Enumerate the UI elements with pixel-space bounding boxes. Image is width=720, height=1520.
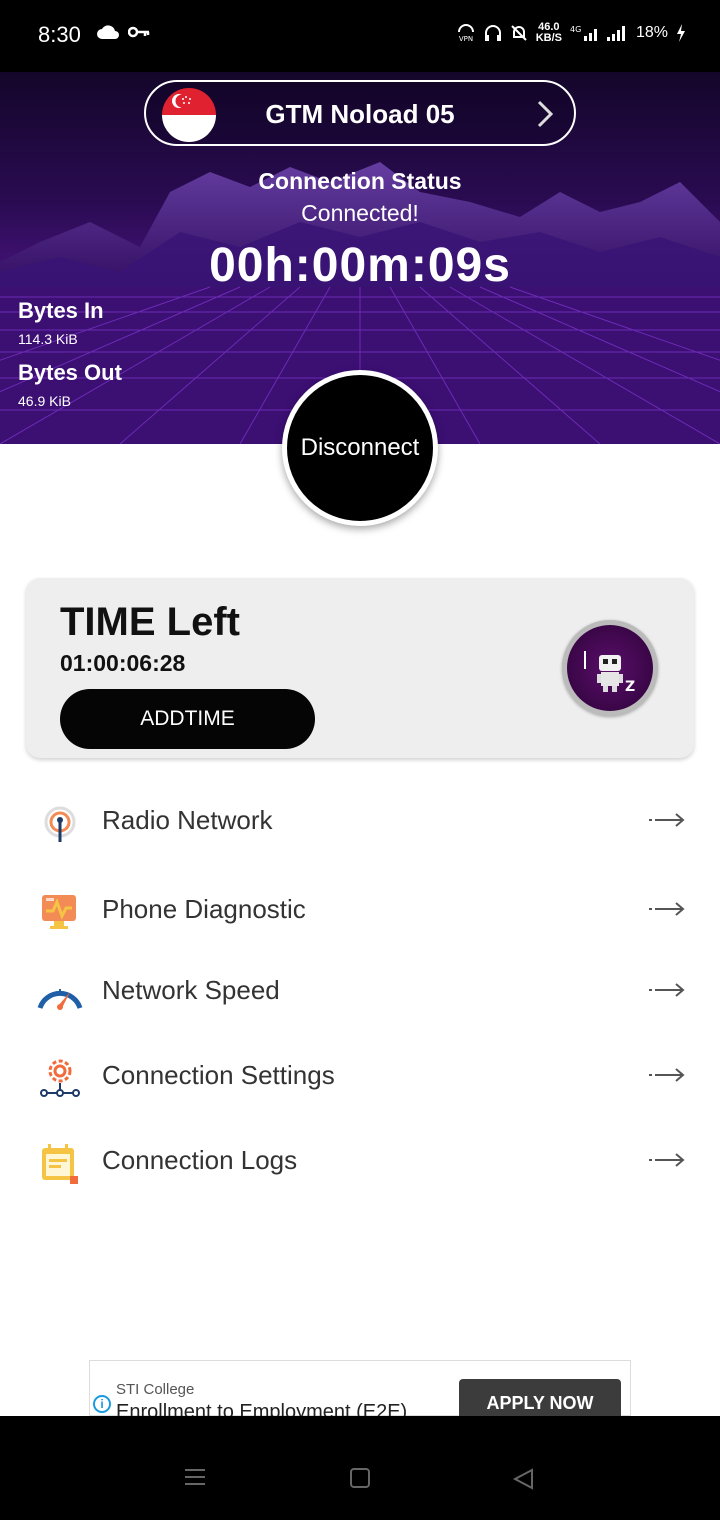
menu-label: Connection Logs [102, 1145, 298, 1175]
menu-item-connection-settings[interactable]: Connection Settings [0, 1047, 720, 1107]
net-speed-unit: KB/S [535, 32, 562, 44]
home-icon[interactable] [350, 1468, 370, 1488]
ad-brand: STI College [116, 1381, 195, 1398]
log-calendar-icon [42, 1144, 78, 1184]
menu-item-phone-diagnostic[interactable]: Phone Diagnostic [0, 881, 720, 941]
bell-muted-icon [510, 25, 527, 41]
arrow-right-icon [649, 1068, 685, 1082]
menu-item-connection-logs[interactable]: Connection Logs [0, 1132, 720, 1192]
key-icon [128, 26, 150, 38]
arrow-right-icon [649, 813, 685, 827]
chevron-right-icon [537, 100, 554, 128]
ad-banner[interactable]: i ✕ STI College Enrollment to Employment… [89, 1360, 631, 1441]
menu-label: Radio Network [102, 805, 273, 835]
charging-icon [677, 24, 685, 42]
battery-percent: 18% [635, 24, 668, 41]
time-left-title: TIME Left [60, 600, 240, 644]
time-left-card: TIME Left 01:00:06:28 ADDTIME Z [26, 578, 694, 758]
robot-icon: Z [567, 625, 653, 711]
arrow-right-icon [649, 983, 685, 997]
status-left-icons [96, 24, 150, 40]
menu-item-network-speed[interactable]: Network Speed [0, 962, 720, 1022]
bytes-out-value: 46.9 KiB [18, 393, 71, 409]
bytes-out-label: Bytes Out [18, 360, 122, 385]
clock: 8:30 [38, 22, 81, 47]
ad-info-icon[interactable]: i [93, 1395, 111, 1413]
time-left-value: 01:00:06:28 [60, 650, 186, 676]
navigation-bar [0, 1416, 720, 1520]
connection-status-value: Connected! [301, 200, 419, 226]
signal-4g-icon: 4G [570, 25, 597, 41]
net-speed: 46.0 KB/S [536, 22, 562, 44]
arrow-right-icon [649, 902, 685, 916]
status-bar: 8:30 VPN 46.0 KB/S 4G 18% [0, 0, 720, 72]
robot-avatar[interactable]: Z [562, 620, 658, 716]
settings-gear-icon [40, 1059, 80, 1097]
cloud-icon [97, 25, 119, 39]
disconnect-button[interactable]: Disconnect [282, 370, 438, 526]
menu-label: Connection Settings [102, 1060, 335, 1090]
menu-label: Network Speed [102, 975, 280, 1005]
headphones-icon [484, 25, 501, 41]
diagnostic-monitor-icon [42, 895, 76, 929]
server-selector[interactable]: GTM Noload 05 [144, 80, 576, 146]
signal-icon [606, 26, 625, 41]
svg-text:Z: Z [625, 679, 635, 695]
svg-text:4G: 4G [570, 25, 581, 34]
menu-item-radio-network[interactable]: Radio Network [0, 792, 720, 852]
speedometer-icon [37, 989, 83, 1010]
radio-antenna-icon [44, 806, 76, 842]
status-right-icons: VPN 46.0 KB/S 4G 18% [456, 22, 686, 44]
bytes-in-label: Bytes In [18, 298, 104, 323]
arrow-right-icon [649, 1153, 685, 1167]
vpn-icon: VPN [457, 24, 474, 42]
server-name: GTM Noload 05 [265, 99, 455, 129]
connection-timer: 00h:00m:09s [209, 239, 511, 292]
bytes-in-value: 114.3 KiB [18, 331, 78, 347]
back-icon[interactable] [512, 1468, 534, 1490]
menu-label: Phone Diagnostic [102, 894, 306, 924]
connection-status-title: Connection Status [258, 168, 462, 194]
recents-icon[interactable] [184, 1468, 206, 1486]
svg-text:VPN: VPN [459, 35, 473, 42]
add-time-button[interactable]: ADDTIME [60, 689, 315, 749]
